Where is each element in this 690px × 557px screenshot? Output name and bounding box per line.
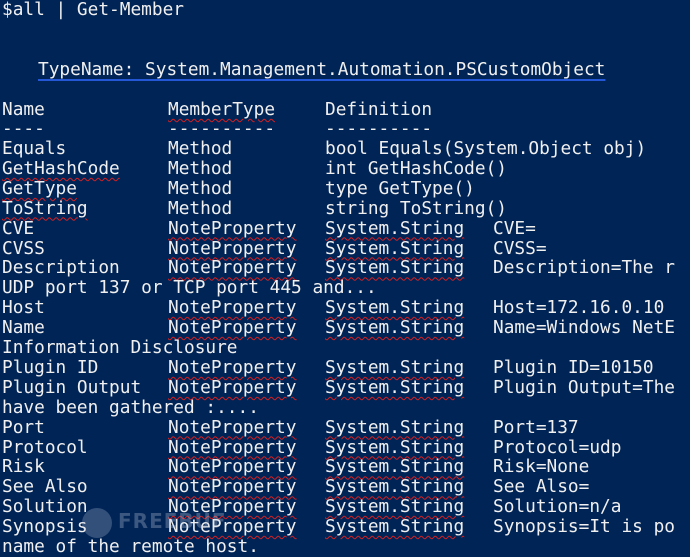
table-row: Host NoteProperty System.String Host=172.16… xyxy=(2,298,690,318)
member-definition-value: Solution=n/a xyxy=(493,496,622,518)
table-row: CVE NoteProperty System.String CVE= xyxy=(2,217,690,239)
watermark-text: FREEBUF xyxy=(118,509,227,533)
table-row: Risk NoteProperty System.String Risk=None xyxy=(2,457,690,477)
member-definition-type: System.String xyxy=(325,496,465,518)
member-type: Method xyxy=(168,157,233,179)
member-definition-value: Plugin ID=10150 xyxy=(493,356,654,378)
member-type: NoteProperty xyxy=(168,456,297,478)
member-name: Description xyxy=(2,257,120,279)
member-definition-type: System.String xyxy=(325,356,465,378)
powershell-console[interactable]: $all | Get-Member TypeName: System.Manag… xyxy=(0,0,690,557)
member-definition-value: Host=172.16.0.10 xyxy=(493,297,665,319)
separator-name: ---- xyxy=(2,118,45,139)
header-definition: Definition xyxy=(325,99,433,120)
member-type: NoteProperty xyxy=(168,376,297,398)
member-name: Equals xyxy=(2,138,67,159)
member-type: NoteProperty xyxy=(168,476,297,498)
member-name: GetType xyxy=(2,177,77,199)
member-definition-value: Description=The r xyxy=(493,257,675,279)
member-definition-type: System.String xyxy=(325,516,465,538)
separator-membertype: ---------- xyxy=(168,118,276,139)
member-name: Plugin ID xyxy=(2,356,99,378)
member-definition-type: System.String xyxy=(325,317,465,339)
member-name: Synopsis xyxy=(2,516,88,538)
typename-line: TypeName: System.Management.Automation.P… xyxy=(38,60,605,80)
wrapped-line: UDP port 137 or TCP port 445 and... xyxy=(2,277,377,299)
member-type: NoteProperty xyxy=(168,356,297,378)
header-membertype: MemberType xyxy=(168,99,276,120)
member-definition-type: System.String xyxy=(325,416,465,438)
member-name: Risk xyxy=(2,456,45,478)
member-definition-type: System.String xyxy=(325,297,465,319)
header-name: Name xyxy=(2,99,45,120)
header-row: Name MemberType Definition xyxy=(2,100,690,120)
table-row: ToString Method string ToString() xyxy=(2,197,690,219)
member-definition-type: System.String xyxy=(325,456,465,478)
table-row: GetType Method type GetType() xyxy=(2,177,690,199)
member-definition: int GetHashCode() xyxy=(325,157,507,179)
member-definition-value: Protocol=udp xyxy=(493,436,622,458)
member-definition-type: System.String xyxy=(325,376,465,398)
member-name: Name xyxy=(2,317,45,339)
member-definition-value: Synopsis=It is po xyxy=(493,516,675,538)
wrapped-line: have been gathered :.... xyxy=(2,396,259,418)
member-type: NoteProperty xyxy=(168,297,297,319)
wrapped-line: name of the remote host. xyxy=(2,536,259,557)
member-definition: string ToString() xyxy=(325,197,507,219)
member-definition-type: System.String xyxy=(325,436,465,458)
member-definition-value: Risk=None xyxy=(493,456,590,478)
table-row: Protocol NoteProperty System.String Protoco… xyxy=(2,436,690,458)
member-type: NoteProperty xyxy=(168,436,297,458)
member-type: NoteProperty xyxy=(168,217,297,239)
table-row: Equals Method bool Equals(System.Object ob… xyxy=(2,139,690,159)
command-line: $all | Get-Member xyxy=(2,0,184,20)
watermark-logo-icon xyxy=(82,508,112,538)
member-name: CVSS xyxy=(2,237,45,259)
member-type: NoteProperty xyxy=(168,237,297,259)
member-definition-value: See Also= xyxy=(493,476,590,498)
table-row: Plugin Output NoteProperty System.String Pl… xyxy=(2,376,690,398)
member-type: Method xyxy=(168,138,233,159)
member-definition-value: Name=Windows NetE xyxy=(493,317,675,339)
member-type: NoteProperty xyxy=(168,416,297,438)
table-row: Name NoteProperty System.String Name=Window… xyxy=(2,318,690,338)
member-name: See Also xyxy=(2,476,88,498)
member-definition-type: System.String xyxy=(325,237,465,259)
member-name: ToString xyxy=(2,197,88,219)
table-row: Description NoteProperty System.String Desc… xyxy=(2,258,690,278)
member-definition-value: CVSS= xyxy=(493,237,547,259)
member-name: GetHashCode xyxy=(2,157,120,179)
member-name: Port xyxy=(2,416,45,438)
member-definition: bool Equals(System.Object obj) xyxy=(325,138,647,159)
table-row: See Also NoteProperty System.String See Als… xyxy=(2,477,690,497)
member-definition-type: System.String xyxy=(325,476,465,498)
member-type: Method xyxy=(168,197,233,219)
member-definition-value: Port=137 xyxy=(493,416,579,438)
wrapped-line: Information Disclosure xyxy=(2,337,238,358)
member-definition-type: System.String xyxy=(325,217,465,239)
member-name: Protocol xyxy=(2,436,88,458)
member-type: NoteProperty xyxy=(168,317,297,339)
separator-row: ---- ---------- ---------- xyxy=(2,119,690,139)
member-name: CVE xyxy=(2,217,35,239)
member-type: Method xyxy=(168,177,233,199)
separator-definition: ---------- xyxy=(325,118,433,139)
member-definition-value: CVE= xyxy=(493,217,536,239)
table-row: Port NoteProperty System.String Port=137 xyxy=(2,416,690,438)
table-row: CVSS NoteProperty System.String CVSS= xyxy=(2,237,690,259)
table-row: GetHashCode Method int GetHashCode() xyxy=(2,157,690,179)
member-name: Host xyxy=(2,297,45,319)
member-name: Plugin Output xyxy=(2,376,142,398)
member-name: Solution xyxy=(2,496,88,518)
member-definition-value: Plugin Output=The xyxy=(493,376,675,398)
member-definition-type: System.String xyxy=(325,257,465,279)
typename-text: TypeName: System.Management.Automation.P… xyxy=(38,59,606,80)
member-definition: type GetType() xyxy=(325,177,475,199)
table-row: Plugin ID NoteProperty System.String Plugin… xyxy=(2,356,690,378)
member-type: NoteProperty xyxy=(168,257,297,279)
